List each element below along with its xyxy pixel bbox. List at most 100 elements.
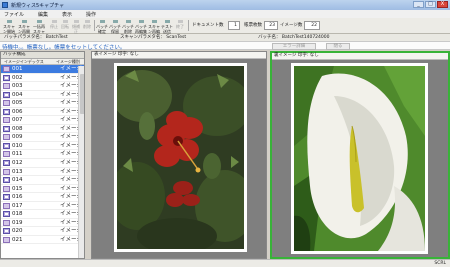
image-file-icon [3,202,10,209]
batch-hold-button[interactable]: バッチ保留 [109,19,121,34]
menu-view[interactable]: 表示 [62,11,72,18]
list-item[interactable]: 008 イメージ [1,125,84,134]
col-image-type[interactable]: イメージ種別 [56,59,80,64]
list-item[interactable]: 016 イメージ [1,193,84,202]
window-controls: _ □ X [413,1,448,8]
rotate-button[interactable]: 回転 [60,19,70,32]
close-button[interactable]: X [437,1,448,8]
minimize-button[interactable]: _ [413,1,424,8]
list-item[interactable]: 011 イメージ [1,150,84,160]
image-index: 005 [12,100,23,107]
hold-icon [112,20,118,23]
title-bar: 新規ウィス5キャプチャ _ □ X [0,0,450,10]
image-file-icon [3,134,10,141]
image-index: 016 [12,194,23,201]
image-file-icon [3,142,10,149]
scan-reedit-icon [151,20,157,23]
list-item[interactable]: 002 イメージ [1,74,84,83]
stop-button[interactable]: 停止 [49,19,59,32]
scan-resume-button[interactable]: スキャン再開 [17,19,31,34]
image-file-icon [3,168,10,175]
maximize-button[interactable]: □ [425,1,436,8]
list-item[interactable]: 009 イメージ [1,133,84,142]
stop-icon [51,20,57,23]
confirm-icon [99,20,105,23]
image-index: 012 [12,160,23,167]
batch-delete-button[interactable]: バッチ削除 [122,19,134,34]
image-file-icon [3,117,10,124]
list-item[interactable]: 005 イメージ [1,99,84,108]
list-item[interactable]: 012 イメージ [1,159,84,168]
image-index: 017 [12,202,23,209]
toolbar-separator [188,20,189,31]
hibiscus-photo [114,66,247,252]
front-scanned-photo [114,63,247,252]
col-image-index[interactable]: イメージインデックス [4,59,44,64]
list-item[interactable]: 004 イメージ [1,91,84,100]
image-index: 010 [12,142,23,149]
scan-reedit-button[interactable]: スキャン再編集 [148,19,160,39]
list-item[interactable]: 006 イメージ [1,108,84,117]
front-image-canvas[interactable] [92,59,266,258]
image-file-icon [3,219,10,226]
image-file-icon [3,185,10,192]
send-icon [164,20,170,23]
image-index: 002 [12,74,23,81]
menu-operation[interactable]: 操作 [86,11,96,18]
image-file-icon [3,151,10,158]
scrollbar-thumb[interactable] [80,74,84,114]
image-index: 013 [12,168,23,175]
batch-reedit-button[interactable]: バッチ再編集 [135,19,147,34]
image-index: 004 [12,91,23,98]
list-item[interactable]: 021 イメージ [1,236,84,245]
close-message-button[interactable]: 閉る [326,43,350,50]
image-file-icon [3,108,10,115]
list-item[interactable]: 003 イメージ [1,82,84,91]
list-item[interactable]: 007 イメージ [1,116,84,125]
toolbar-separator [94,20,95,31]
status-bar: SCRL [0,259,450,267]
list-item[interactable]: 013 イメージ [1,168,84,177]
rescan-icon [36,20,42,23]
rotate-icon [62,20,68,23]
list-item[interactable]: 015 イメージ [1,185,84,194]
deskew-icon [73,20,79,23]
panel-header: バッチ構成 [1,52,84,59]
image-file-icon [3,177,10,184]
batch-name: バッチ名： BatchTest140724000 [258,35,330,40]
image-file-icon [3,83,10,90]
list-item[interactable]: 018 イメージ [1,210,84,219]
error-detail-button[interactable]: エラー詳細 [272,43,316,50]
back-image-canvas[interactable] [272,60,448,257]
back-pane-header: 裏イメージ 印字: なし [272,53,448,60]
status-message: 待機中。。帳票なし。帳票をセットしてください。 [2,45,126,51]
batch-confirm-button[interactable]: バッチ確定 [96,19,108,34]
list-item[interactable]: 010 イメージ [1,142,84,151]
delete-icon [84,20,90,23]
scan-start-button[interactable]: スキャン開始 [2,19,16,34]
delete-button[interactable]: 削除 [82,19,92,32]
image-index: 014 [12,177,23,184]
document-count-field: 1 [228,21,240,30]
image-count-label: イメージ数 [280,23,303,28]
list-item[interactable]: 001 イメージ [1,65,84,74]
menu-edit[interactable]: 編集 [38,11,48,18]
list-item[interactable]: 019 イメージ [1,219,84,228]
list-item[interactable]: 014 イメージ [1,176,84,185]
scan-icon [6,20,12,23]
document-count-label: ドキュメント数 [192,23,224,28]
menu-file[interactable]: ファイル [4,11,24,18]
image-file-icon [3,160,10,167]
test-send-button[interactable]: テスト送信 [161,19,173,34]
bulk-rescan-button[interactable]: 一括再スキャン [32,19,46,39]
hint-bar: 待機中。。帳票なし。帳票をセットしてください。 エラー詳細 閉る [0,41,450,51]
image-index: 009 [12,134,23,141]
list-item[interactable]: 020 イメージ [1,227,84,236]
list-scrollbar[interactable] [78,66,84,258]
image-list: 001 イメージ 002 イメージ 003 イメージ 004 イメージ 005 イメージ 006 イメ… [1,65,84,245]
image-index: 001 [12,66,23,72]
image-index: 011 [12,151,23,158]
deskew-button[interactable]: 傾補正 [71,19,81,34]
exit-button[interactable]: 終了 [175,19,185,32]
list-item[interactable]: 017 イメージ [1,202,84,211]
